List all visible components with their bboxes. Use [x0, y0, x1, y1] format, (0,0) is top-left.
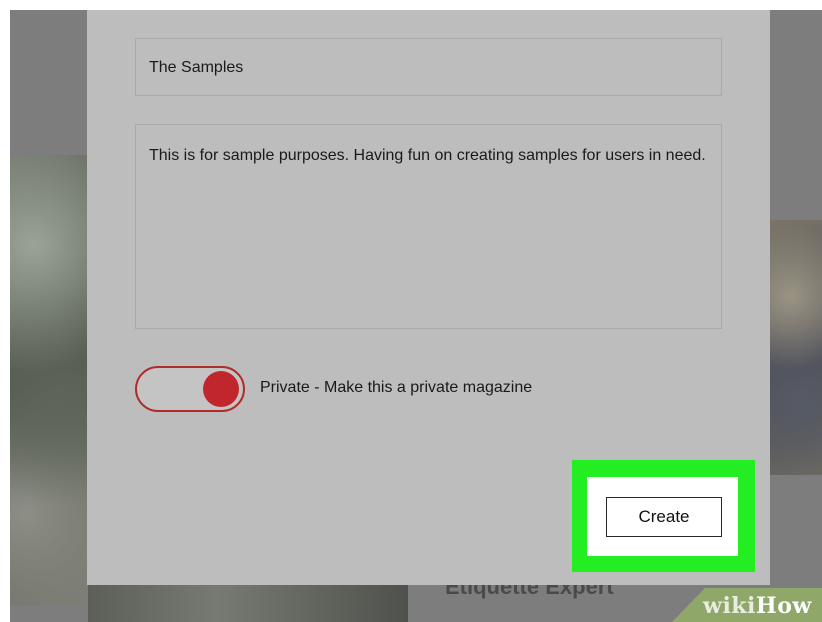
background-photo — [770, 220, 822, 475]
magazine-title-input[interactable]: The Samples — [135, 38, 722, 96]
private-toggle-label: Private - Make this a private magazine — [260, 379, 533, 396]
watermark-how: How — [755, 593, 812, 619]
private-toggle[interactable] — [135, 366, 245, 412]
magazine-title-value: The Samples — [149, 59, 244, 76]
magazine-description-input[interactable]: This is for sample purposes. Having fun … — [135, 124, 722, 329]
toggle-knob — [203, 371, 239, 407]
magazine-description-value: This is for sample purposes. Having fun … — [149, 147, 706, 164]
wikihow-logo: wikiHow — [703, 593, 812, 619]
background-photo — [10, 155, 88, 605]
create-button[interactable]: Create — [606, 497, 722, 537]
watermark-wiki: wiki — [703, 593, 756, 619]
background-photo — [88, 585, 408, 622]
